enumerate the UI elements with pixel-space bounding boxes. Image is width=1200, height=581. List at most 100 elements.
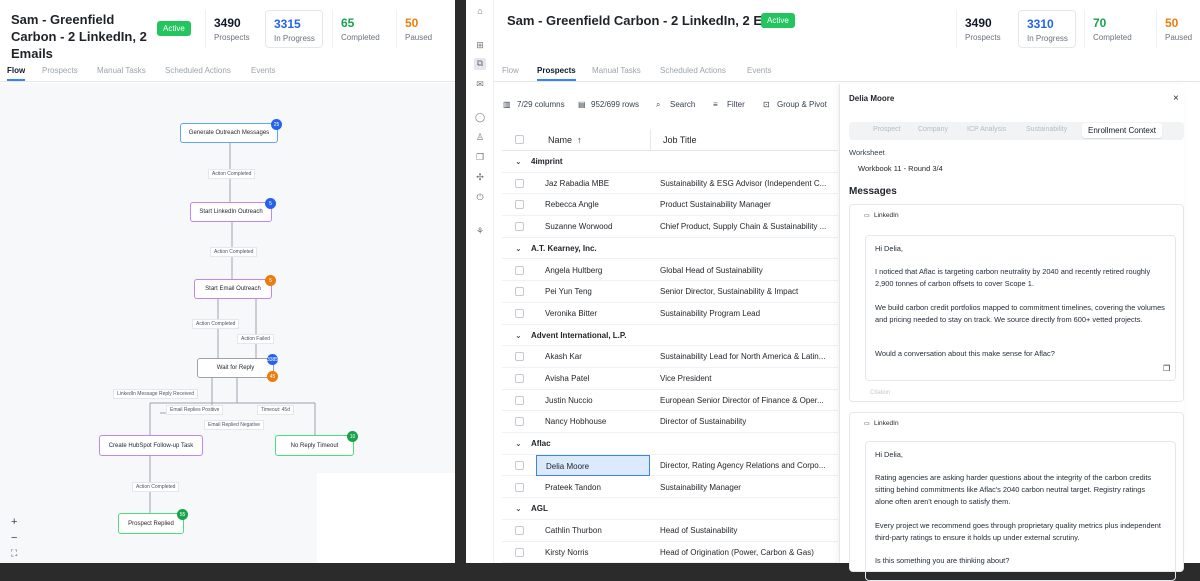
table-row[interactable]: Angela Hultberg Global Head of Sustainabi…: [502, 260, 838, 282]
tab-manual-tasks[interactable]: Manual Tasks: [592, 66, 641, 75]
prospect-name[interactable]: Cathlin Thurbon: [545, 526, 602, 535]
prospect-name[interactable]: Nancy Hobhouse: [545, 417, 606, 426]
grid-icon[interactable]: ⊞: [474, 40, 486, 52]
prospect-name[interactable]: Veronika Bitter: [545, 309, 597, 318]
detail-tab-sustainability[interactable]: Sustainability: [1026, 126, 1067, 133]
table-row[interactable]: Pei Yun Teng Senior Director, Sustainabil…: [502, 281, 838, 303]
row-checkbox[interactable]: [515, 395, 524, 405]
table-row[interactable]: Veronika Bitter Sustainability Program Le…: [502, 303, 838, 325]
row-checkbox[interactable]: [515, 352, 524, 362]
detail-tab-company[interactable]: Company: [918, 126, 948, 133]
home-icon[interactable]: ⌂: [474, 6, 486, 18]
row-checkbox[interactable]: [515, 374, 524, 383]
table-row[interactable]: Akash Kar Sustainability Lead for North A…: [502, 346, 838, 368]
group-row[interactable]: ⌄ A.T. Kearney, Inc.: [502, 238, 838, 260]
tab-flow[interactable]: Flow: [502, 66, 519, 75]
citation-link[interactable]: Citation: [870, 390, 890, 396]
table-row[interactable]: Suzanne Worwood Chief Product, Supply Cha…: [502, 216, 838, 238]
table-row[interactable]: Rebecca Angle Product Sustainability Mana…: [502, 194, 838, 217]
users-icon[interactable]: ♙: [474, 132, 486, 144]
row-checkbox[interactable]: [515, 482, 524, 492]
sort-asc-icon[interactable]: ↑: [577, 135, 582, 145]
flow-node[interactable]: Start Email Outreach 5: [194, 275, 276, 299]
message-body[interactable]: Hi Delia, Rating agencies are asking har…: [865, 441, 1176, 581]
row-checkbox[interactable]: [515, 525, 524, 535]
table-row[interactable]: Delia Moore Director, Rating Agency Relat…: [502, 454, 838, 477]
flow-node[interactable]: Start LinkedIn Outreach 5: [190, 198, 276, 222]
tab-scheduled-actions[interactable]: Scheduled Actions: [165, 66, 231, 75]
flow-node[interactable]: No Reply Timeout 10: [275, 431, 358, 456]
prospect-name[interactable]: Avisha Patel: [545, 374, 589, 383]
copy-icon[interactable]: ❐: [474, 152, 486, 164]
flow-canvas[interactable]: Generate Outreach Messages 25 Start Linked…: [0, 83, 455, 563]
tab-events[interactable]: Events: [747, 66, 771, 75]
prospect-name[interactable]: Jaz Rabadia MBE: [545, 179, 609, 188]
tab-manual-tasks[interactable]: Manual Tasks: [97, 66, 146, 75]
chevron-down-icon[interactable]: ⌄: [515, 244, 522, 253]
row-checkbox[interactable]: [515, 265, 524, 275]
detail-tab-enrollment-context[interactable]: Enrollment Context: [1082, 123, 1163, 138]
fit-view-button[interactable]: ⛶: [11, 548, 17, 559]
select-all-checkbox[interactable]: [515, 135, 524, 144]
copy-icon[interactable]: ❐: [1163, 364, 1170, 373]
zoom-out-button[interactable]: −: [11, 532, 17, 544]
tab-scheduled-actions[interactable]: Scheduled Actions: [660, 66, 726, 75]
tab-flow[interactable]: Flow: [7, 66, 26, 81]
row-checkbox[interactable]: [515, 287, 524, 297]
row-checkbox[interactable]: [515, 200, 524, 210]
column-header-job-title[interactable]: Job Title: [663, 135, 697, 145]
group-row[interactable]: ⌄ Advent International, L.P.: [502, 325, 838, 347]
group-row[interactable]: ⌄ Aflac: [502, 433, 838, 455]
prospect-name[interactable]: Pei Yun Teng: [545, 287, 592, 296]
row-checkbox[interactable]: [515, 460, 524, 470]
minimap[interactable]: [317, 473, 455, 563]
message-body[interactable]: Hi Delia, I noticed that Aflac is target…: [865, 235, 1176, 381]
chevron-down-icon[interactable]: ⌄: [515, 157, 522, 166]
row-checkbox[interactable]: [515, 178, 524, 188]
row-checkbox[interactable]: [515, 547, 524, 557]
tab-events[interactable]: Events: [251, 66, 275, 75]
prospect-name[interactable]: Suzanne Worwood: [545, 222, 612, 231]
search-button[interactable]: Search: [670, 100, 695, 109]
prospect-name[interactable]: Justin Nuccio: [545, 396, 593, 405]
table-row[interactable]: Justin Nuccio European Senior Director of…: [502, 390, 838, 412]
prospect-name[interactable]: Kirsty Norris: [545, 548, 589, 557]
flow-node[interactable]: Wait for Reply 3385 45: [197, 354, 278, 382]
prospect-name[interactable]: Prateek Tandon: [545, 483, 601, 492]
filter-button[interactable]: Filter: [727, 100, 745, 109]
detail-tab-prospect[interactable]: Prospect: [873, 126, 901, 133]
mail-icon[interactable]: ✉: [474, 79, 486, 91]
row-checkbox[interactable]: [515, 308, 524, 318]
table-row[interactable]: Avisha Patel Vice President: [502, 368, 838, 390]
prospect-name[interactable]: Rebecca Angle: [545, 200, 599, 209]
plant-icon[interactable]: ⚘: [474, 226, 486, 238]
chevron-down-icon[interactable]: ⌄: [515, 504, 522, 513]
flow-node[interactable]: Prospect Replied 55: [118, 509, 188, 534]
columns-button[interactable]: 7/29 columns: [517, 100, 565, 109]
prospect-name[interactable]: Akash Kar: [545, 352, 582, 361]
column-header-name[interactable]: Name: [548, 135, 572, 145]
table-row[interactable]: Prateek Tandon Sustainability Manager: [502, 477, 838, 499]
tab-prospects[interactable]: Prospects: [537, 66, 576, 81]
zoom-in-button[interactable]: +: [11, 516, 17, 528]
close-icon[interactable]: ×: [1173, 93, 1179, 104]
prospect-name[interactable]: Angela Hultberg: [545, 266, 602, 275]
group-row[interactable]: ⌄ 4imprint: [502, 151, 838, 173]
plug-icon[interactable]: ⏻: [474, 192, 486, 204]
table-row[interactable]: Nancy Hobhouse Director of Sustainability: [502, 411, 838, 434]
table-row[interactable]: Cathlin Thurbon Head of Sustainability: [502, 520, 838, 542]
group-row[interactable]: ⌄ AGL: [502, 498, 838, 520]
chat-icon[interactable]: ◯: [474, 112, 486, 124]
flow-node[interactable]: Create HubSpot Follow-up Task: [99, 435, 203, 456]
row-checkbox[interactable]: [515, 222, 524, 232]
prospect-name[interactable]: Delia Moore: [536, 454, 650, 476]
table-row[interactable]: Kirsty Norris Head of Origination (Power,…: [502, 542, 838, 564]
chevron-down-icon[interactable]: ⌄: [515, 331, 522, 340]
detail-tab-icp-analysis[interactable]: ICP Analysis: [967, 126, 1006, 133]
chevron-down-icon[interactable]: ⌄: [515, 439, 522, 448]
flow-node[interactable]: Generate Outreach Messages 25: [180, 119, 282, 143]
group-pivot-button[interactable]: Group & Pivot: [777, 100, 827, 109]
flow-icon[interactable]: ⧉: [474, 58, 486, 70]
tab-prospects[interactable]: Prospects: [42, 66, 78, 75]
table-row[interactable]: Jaz Rabadia MBE Sustainability & ESG Advi…: [502, 173, 838, 195]
